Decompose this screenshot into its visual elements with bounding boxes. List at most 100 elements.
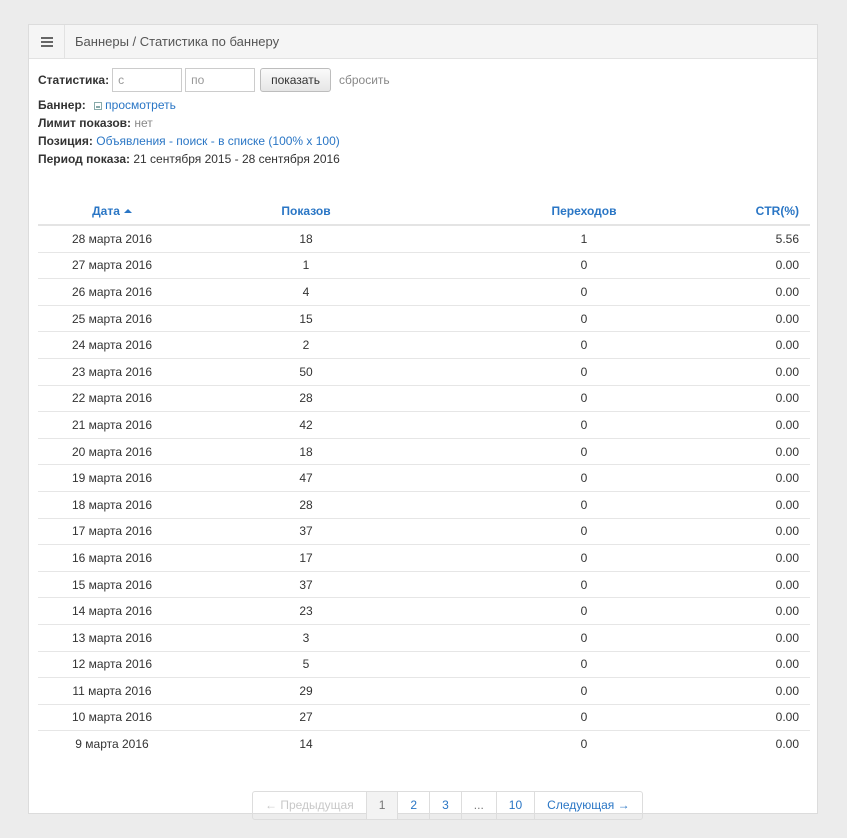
cell-ctr: 5.56: [742, 225, 810, 253]
table-row: 16 марта 2016 17 0 0.00: [38, 544, 810, 572]
cell-views: 18: [186, 438, 426, 466]
sort-date-link[interactable]: Дата: [92, 204, 120, 218]
pagination-next[interactable]: Следующая →: [534, 792, 641, 819]
panel-header: Баннеры / Статистика по баннеру: [29, 25, 817, 59]
cell-views: 23: [186, 597, 426, 625]
cell-clicks: 1: [426, 225, 742, 253]
reset-link[interactable]: сбросить: [339, 73, 390, 87]
cell-ctr: 0.00: [742, 624, 810, 652]
cell-ctr: 0.00: [742, 464, 810, 492]
cell-date: 17 марта 2016: [38, 518, 186, 546]
cell-date: 20 марта 2016: [38, 438, 186, 466]
hamburger-icon: [40, 36, 53, 47]
cell-date: 24 марта 2016: [38, 331, 186, 359]
cell-views: 27: [186, 704, 426, 732]
period-label: Период показа:: [38, 152, 131, 166]
table-row: 27 марта 2016 1 0 0.00: [38, 252, 810, 280]
column-header-ctr[interactable]: CTR(%): [742, 197, 810, 226]
limit-value: нет: [134, 116, 153, 130]
cell-date: 21 марта 2016: [38, 411, 186, 439]
cell-date: 25 марта 2016: [38, 305, 186, 333]
cell-date: 18 марта 2016: [38, 491, 186, 519]
table-row: 26 марта 2016 4 0 0.00: [38, 278, 810, 306]
stats-table-body: 28 марта 2016 18 1 5.56 27 марта 2016 1 0 0.00 2…: [38, 225, 810, 757]
cell-date: 11 марта 2016: [38, 677, 186, 705]
table-row: 10 марта 2016 27 0 0.00: [38, 704, 810, 732]
column-header-clicks[interactable]: Переходов: [426, 197, 742, 226]
cell-views: 47: [186, 464, 426, 492]
pagination-page-1[interactable]: 1: [365, 792, 398, 819]
pagination-page-2[interactable]: 2: [397, 792, 429, 819]
column-header-date[interactable]: Дата: [38, 197, 186, 226]
cell-ctr: 0.00: [742, 438, 810, 466]
image-icon: [94, 102, 103, 110]
pagination-page-3[interactable]: 3: [429, 792, 461, 819]
cell-clicks: 0: [426, 305, 742, 333]
pagination: ← Предыдущая 1 2 3 ... 10 Следующая →: [252, 791, 643, 820]
banner-view-link[interactable]: просмотреть: [105, 98, 176, 112]
cell-clicks: 0: [426, 571, 742, 599]
cell-clicks: 0: [426, 651, 742, 679]
menu-toggle-button[interactable]: [29, 25, 65, 58]
cell-date: 12 марта 2016: [38, 651, 186, 679]
sort-ctr-link[interactable]: CTR(%): [756, 204, 799, 218]
cell-views: 5: [186, 651, 426, 679]
cell-clicks: 0: [426, 438, 742, 466]
cell-ctr: 0.00: [742, 305, 810, 333]
cell-views: 1: [186, 252, 426, 280]
cell-clicks: 0: [426, 597, 742, 625]
cell-ctr: 0.00: [742, 571, 810, 599]
cell-ctr: 0.00: [775, 737, 799, 752]
cell-views: 4: [186, 278, 426, 306]
stats-filter-label: Статистика:: [38, 73, 110, 87]
sort-views-link[interactable]: Показов: [281, 204, 330, 218]
cell-views: 14: [299, 737, 313, 752]
show-button[interactable]: показать: [260, 68, 331, 92]
stats-table: Дата Показов Переходов CTR(%) 28 марта 2…: [38, 197, 810, 757]
table-header-row: Дата Показов Переходов CTR(%): [38, 197, 810, 226]
table-row: 21 марта 2016 42 0 0.00: [38, 411, 810, 439]
pagination-prev: ← Предыдущая: [265, 798, 354, 812]
position-label: Позиция:: [38, 134, 93, 148]
cell-date: 22 марта 2016: [38, 385, 186, 413]
cell-date: 10 марта 2016: [38, 704, 186, 732]
table-row: 25 марта 2016 15 0 0.00: [38, 305, 810, 333]
cell-clicks: 0: [426, 464, 742, 492]
sort-clicks-link[interactable]: Переходов: [551, 204, 616, 218]
cell-ctr: 0.00: [742, 544, 810, 572]
cell-views: 18: [186, 225, 426, 253]
position-link[interactable]: Объявления - поиск - в списке (100% x 10…: [96, 134, 340, 148]
cell-ctr: 0.00: [742, 651, 810, 679]
cell-clicks: 0: [426, 411, 742, 439]
cell-date: 15 марта 2016: [38, 571, 186, 599]
table-row: 9 марта 2016 14 0 0.00: [38, 731, 810, 757]
cell-date: 27 марта 2016: [38, 252, 186, 280]
column-header-views[interactable]: Показов: [186, 197, 426, 226]
table-row: 19 марта 2016 47 0 0.00: [38, 464, 810, 492]
position-info: Позиция: Объявления - поиск - в списке (…: [38, 132, 808, 150]
cell-date: 19 марта 2016: [38, 464, 186, 492]
cell-ctr: 0.00: [742, 411, 810, 439]
cell-views: 2: [186, 331, 426, 359]
pagination-page-10[interactable]: 10: [495, 792, 534, 819]
cell-clicks: 0: [426, 358, 742, 386]
limit-label: Лимит показов:: [38, 116, 132, 130]
cell-clicks: 0: [426, 704, 742, 732]
cell-date: 16 марта 2016: [38, 544, 186, 572]
cell-ctr: 0.00: [742, 385, 810, 413]
cell-views: 28: [186, 491, 426, 519]
limit-info: Лимит показов: нет: [38, 114, 808, 132]
date-to-input[interactable]: [185, 68, 256, 92]
banner-label: Баннер:: [38, 98, 86, 112]
cell-clicks: 0: [426, 544, 742, 572]
breadcrumb: Баннеры / Статистика по баннеру: [75, 34, 280, 49]
cell-clicks: 0: [426, 624, 742, 652]
table-row: 15 марта 2016 37 0 0.00: [38, 571, 810, 599]
table-row: 13 марта 2016 3 0 0.00: [38, 624, 810, 652]
cell-ctr: 0.00: [742, 704, 810, 732]
table-row: 12 марта 2016 5 0 0.00: [38, 651, 810, 679]
cell-views: 29: [186, 677, 426, 705]
cell-clicks: 0: [426, 252, 742, 280]
date-from-input[interactable]: [112, 68, 183, 92]
cell-clicks: 0: [426, 278, 742, 306]
